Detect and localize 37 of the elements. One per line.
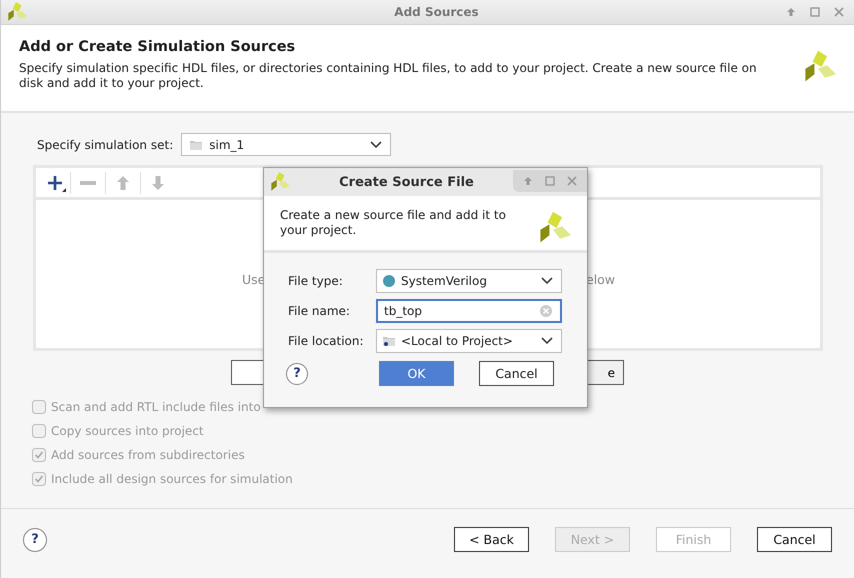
page-description: Specify simulation specific HDL files, or directories containing HDL files, to add to your project. Create a new source file on disk and add it to your project. — [19, 61, 758, 91]
chevron-down-icon — [541, 337, 553, 345]
pin-icon[interactable] — [523, 176, 533, 186]
field-label: File type: — [288, 274, 344, 288]
cancel-button[interactable]: Cancel — [757, 527, 832, 552]
cancel-button[interactable]: Cancel — [479, 361, 554, 386]
chevron-down-icon — [370, 140, 382, 148]
help-button[interactable]: ? — [286, 362, 308, 384]
ok-button[interactable]: OK — [379, 361, 454, 386]
close-icon[interactable] — [567, 176, 577, 186]
add-icon[interactable] — [47, 174, 67, 192]
simulation-set-dropdown[interactable]: sim_1 — [181, 133, 392, 156]
simulation-set-label: Specify simulation set: — [37, 138, 174, 152]
folder-icon — [190, 140, 202, 150]
file-name-field[interactable]: tb_top — [376, 299, 562, 323]
field-label: File location: — [288, 334, 365, 348]
maximize-icon[interactable] — [810, 7, 820, 17]
field-label: File name: — [288, 304, 351, 318]
window-title: Add Sources — [393, 5, 480, 19]
option-label: Add sources from subdirectories — [51, 448, 245, 462]
dialog-title: Create Source File — [338, 174, 475, 190]
help-button[interactable]: ? — [23, 528, 47, 552]
back-button[interactable]: < Back — [454, 527, 529, 552]
option-label: Scan and add RTL include files into — [51, 400, 261, 414]
file-location-dropdown[interactable]: <Local to Project> — [376, 329, 562, 353]
chevron-down-icon — [541, 277, 553, 285]
option-label: Copy sources into project — [51, 424, 204, 438]
maximize-icon[interactable] — [545, 176, 555, 186]
file-type-dropdown[interactable]: SystemVerilog — [376, 269, 562, 293]
file-type-dot-icon — [383, 275, 395, 287]
page-title: Add or Create Simulation Sources — [19, 39, 296, 55]
pin-icon[interactable] — [786, 7, 796, 17]
close-icon[interactable] — [834, 7, 844, 17]
clear-icon[interactable] — [540, 305, 552, 317]
folder-icon — [383, 336, 395, 346]
dialog-description: Create a new source file and add it to your project. — [280, 208, 507, 238]
option-label: Include all design sources for simulation — [51, 472, 293, 486]
